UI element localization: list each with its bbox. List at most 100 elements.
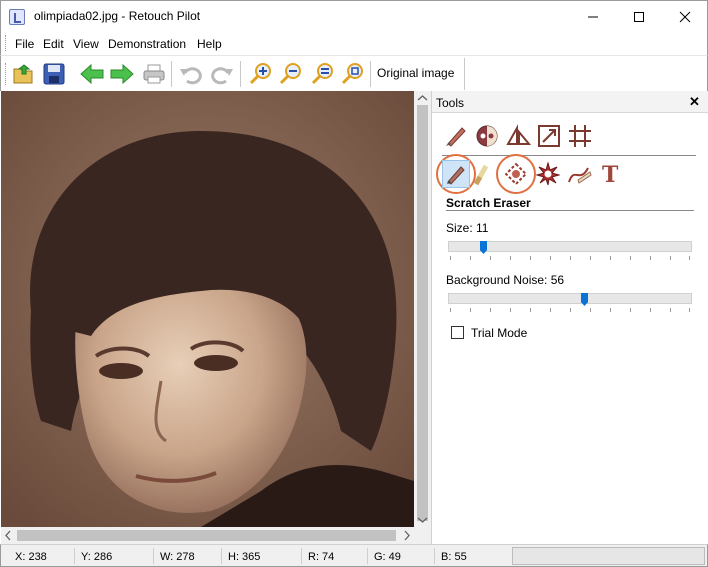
status-separator xyxy=(301,548,302,564)
tool-scratch-eraser[interactable] xyxy=(442,160,470,188)
status-y: Y: 286 xyxy=(81,551,113,563)
close-icon xyxy=(679,11,691,22)
tool-defect-removal[interactable] xyxy=(502,160,530,188)
menu-bar: File Edit View Demonstration Help xyxy=(0,31,708,55)
background-noise-label: Background Noise: 56 xyxy=(446,273,565,287)
close-button[interactable] xyxy=(662,1,708,32)
trial-mode-label[interactable]: Trial Mode xyxy=(471,326,527,340)
zoom-actual-icon xyxy=(341,63,363,85)
color-balance-icon xyxy=(476,125,498,147)
toolbar-separator xyxy=(171,61,172,87)
open-button[interactable] xyxy=(10,60,38,88)
noise-slider-track[interactable] xyxy=(448,293,692,304)
back-button[interactable] xyxy=(78,60,106,88)
status-separator xyxy=(153,548,154,564)
tool-spot-remover[interactable] xyxy=(534,160,562,188)
menu-demonstration[interactable]: Demonstration xyxy=(108,37,186,51)
original-image-button[interactable]: Original image xyxy=(377,66,454,80)
redo-button[interactable] xyxy=(208,60,236,88)
horizontal-scroll-thumb[interactable] xyxy=(17,530,396,541)
tool-crop[interactable] xyxy=(566,122,594,150)
image-canvas[interactable] xyxy=(1,91,414,527)
undo-icon xyxy=(180,67,202,85)
crop-grid-icon xyxy=(569,125,591,147)
menu-file[interactable]: File xyxy=(15,37,34,51)
status-x: X: 238 xyxy=(15,551,47,563)
forward-button[interactable] xyxy=(108,60,136,88)
status-separator xyxy=(221,548,222,564)
status-separator xyxy=(434,548,435,564)
redo-icon xyxy=(211,67,233,85)
maximize-button[interactable] xyxy=(616,1,662,32)
vertical-scrollbar[interactable] xyxy=(414,91,431,527)
tools-row-divider xyxy=(442,155,696,156)
minimize-button[interactable] xyxy=(570,1,616,32)
tool-smudge[interactable] xyxy=(467,160,495,188)
smudge-brush-icon xyxy=(473,164,489,186)
noise-slider-thumb[interactable] xyxy=(581,293,588,306)
trial-mode-checkbox[interactable] xyxy=(451,326,464,339)
tool-text[interactable]: T xyxy=(596,160,624,188)
forward-arrow-icon xyxy=(110,63,134,85)
zoom-in-icon xyxy=(249,63,271,85)
tools-panel-title: Tools xyxy=(436,96,465,110)
section-underline xyxy=(446,210,694,211)
toolbar-separator xyxy=(370,61,371,87)
tools-panel-header: Tools ✕ xyxy=(432,91,708,113)
status-separator xyxy=(367,548,368,564)
maximize-icon xyxy=(634,11,644,22)
text-t-icon: T xyxy=(602,162,619,186)
tools-panel: Tools ✕ T Scratch Eraser Size: 11 Backgr… xyxy=(431,91,708,544)
zoom-actual-button[interactable] xyxy=(339,60,367,88)
zoom-fit-button[interactable] xyxy=(309,60,337,88)
zoom-in-button[interactable] xyxy=(247,60,275,88)
menu-help[interactable]: Help xyxy=(197,37,222,51)
size-slider-ticks xyxy=(450,256,690,260)
tool-curve[interactable] xyxy=(565,160,593,188)
status-bar: X: 238 Y: 286 W: 278 H: 365 R: 74 G: 49 … xyxy=(0,544,708,567)
rotate-triangle-icon xyxy=(506,124,531,145)
zoom-out-icon xyxy=(279,63,301,85)
resize-icon xyxy=(538,125,560,147)
status-r: R: 74 xyxy=(308,551,335,563)
save-icon xyxy=(43,63,65,85)
scroll-left-icon xyxy=(5,530,11,541)
app-icon xyxy=(9,9,25,25)
status-h: H: 365 xyxy=(228,551,261,563)
menubar-grip[interactable] xyxy=(5,35,8,51)
brush-icon xyxy=(446,127,466,147)
toolbar-grip[interactable] xyxy=(5,63,8,85)
patch-icon xyxy=(504,162,528,186)
status-separator xyxy=(74,548,75,564)
toolbar-end xyxy=(464,58,465,90)
save-button[interactable] xyxy=(40,60,68,88)
tools-panel-close-button[interactable]: ✕ xyxy=(689,94,700,110)
size-slider-thumb[interactable] xyxy=(480,241,487,254)
scroll-right-icon xyxy=(404,530,410,541)
undo-button[interactable] xyxy=(177,60,205,88)
toolbar-separator xyxy=(240,61,241,87)
tool-rotate[interactable] xyxy=(504,122,532,150)
toolbar: Original image xyxy=(0,55,708,91)
vertical-scroll-thumb[interactable] xyxy=(417,105,428,521)
scroll-down-icon xyxy=(417,517,428,523)
tool-brush[interactable] xyxy=(442,122,470,150)
minimize-icon xyxy=(588,16,598,17)
tool-resize[interactable] xyxy=(535,122,563,150)
scratch-eraser-icon xyxy=(447,166,465,185)
curve-pen-icon xyxy=(568,167,592,184)
zoom-out-button[interactable] xyxy=(277,60,305,88)
status-b: B: 55 xyxy=(441,551,467,563)
photo-portrait xyxy=(1,91,414,527)
print-icon xyxy=(143,64,165,84)
noise-slider-ticks xyxy=(450,308,690,312)
svg-text:T: T xyxy=(602,162,619,186)
print-button[interactable] xyxy=(140,60,168,88)
menu-view[interactable]: View xyxy=(73,37,99,51)
tool-name-heading: Scratch Eraser xyxy=(446,196,531,210)
scroll-up-icon xyxy=(417,95,428,101)
tool-color-balance[interactable] xyxy=(473,122,501,150)
back-arrow-icon xyxy=(80,63,104,85)
horizontal-scrollbar[interactable] xyxy=(1,527,414,544)
menu-edit[interactable]: Edit xyxy=(43,37,64,51)
